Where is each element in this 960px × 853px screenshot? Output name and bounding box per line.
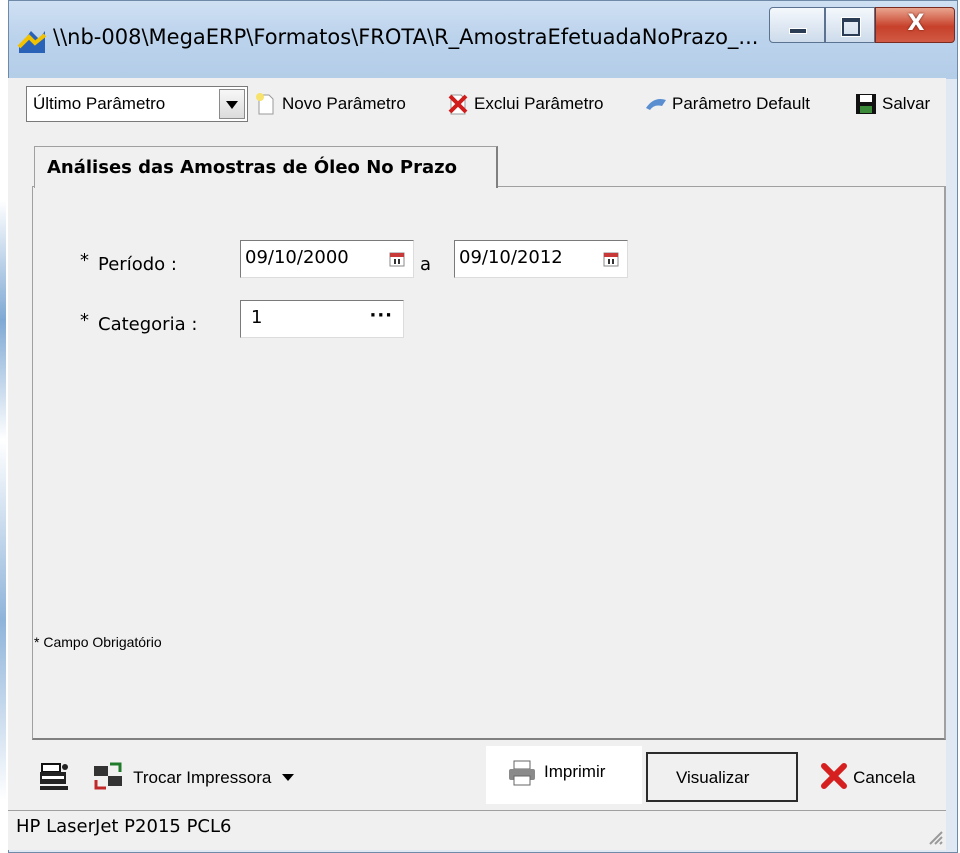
delete-parameter-label: Exclui Parâmetro <box>474 94 604 113</box>
required-note-marker: * <box>34 634 40 650</box>
save-button[interactable]: Salvar <box>854 92 930 118</box>
close-icon: X <box>907 11 925 36</box>
visualizar-button[interactable]: Visualizar <box>646 752 798 802</box>
periodo-required-marker: * <box>80 250 89 271</box>
default-parameter-label: Parâmetro Default <box>672 94 810 113</box>
new-document-icon <box>256 93 274 115</box>
new-parameter-button[interactable]: Novo Parâmetro <box>254 92 406 118</box>
red-x-icon <box>821 763 847 789</box>
default-arrow-icon <box>646 99 666 110</box>
categoria-required-marker: * <box>80 310 89 331</box>
cancel-button[interactable]: Cancela <box>820 762 915 792</box>
maximize-icon <box>842 18 860 36</box>
periodo-end-value: 09/10/2012 <box>459 247 563 268</box>
window-title: \\nb-008\MegaERP\Formatos\FROTA\R_Amostr… <box>53 25 759 49</box>
visualizar-label: Visualizar <box>676 768 750 787</box>
periodo-end-date-field[interactable]: 09/10/2012 <box>454 240 628 278</box>
app-icon <box>17 31 47 53</box>
tab-analises[interactable]: Análises das Amostras de Óleo No Prazo <box>34 146 498 188</box>
periodo-start-value: 09/10/2000 <box>245 247 349 268</box>
required-note-text: Campo Obrigatório <box>43 634 162 650</box>
resize-grip-icon[interactable] <box>924 826 944 846</box>
chevron-down-icon[interactable] <box>219 89 245 119</box>
parameter-select[interactable]: Último Parâmetro <box>26 86 248 122</box>
status-printer-name: HP LaserJet P2015 PCL6 <box>16 816 232 837</box>
categoria-value: 1 <box>251 307 263 328</box>
save-label: Salvar <box>882 94 931 113</box>
periodo-separator: a <box>420 254 432 275</box>
categoria-field[interactable]: 1 ··· <box>240 300 404 338</box>
title-bar[interactable]: \\nb-008\MegaERP\Formatos\FROTA\R_Amostr… <box>9 1 957 79</box>
periodo-label: Período : <box>98 254 177 275</box>
parameter-select-value: Último Parâmetro <box>33 94 166 113</box>
maximize-button[interactable] <box>825 7 875 43</box>
ellipsis-lookup-icon[interactable]: ··· <box>369 305 393 326</box>
printer-setup-icon[interactable] <box>38 762 70 792</box>
close-button[interactable]: X <box>875 7 955 43</box>
periodo-start-date-field[interactable]: 09/10/2000 <box>240 240 414 278</box>
print-button[interactable]: Imprimir <box>486 746 642 804</box>
default-parameter-button[interactable]: Parâmetro Default <box>644 92 810 118</box>
chevron-down-icon <box>282 773 295 781</box>
swap-printer-button[interactable]: Trocar Impressora <box>92 760 295 794</box>
floppy-icon <box>856 94 876 114</box>
categoria-label: Categoria : <box>98 314 198 335</box>
print-label: Imprimir <box>544 762 606 781</box>
new-parameter-label: Novo Parâmetro <box>282 94 406 113</box>
desktop-edge <box>0 200 6 800</box>
swap-printer-icon <box>94 762 122 790</box>
minimize-icon <box>789 28 807 34</box>
printer-icon <box>509 760 535 786</box>
cancel-label: Cancela <box>853 767 916 787</box>
delete-parameter-button[interactable]: Exclui Parâmetro <box>446 92 603 118</box>
delete-icon <box>448 94 468 115</box>
required-field-note: * Campo Obrigatório <box>34 634 162 650</box>
calendar-icon[interactable] <box>389 251 405 267</box>
calendar-icon[interactable] <box>603 251 619 267</box>
tab-analises-label: Análises das Amostras de Óleo No Prazo <box>47 157 457 178</box>
minimize-button[interactable] <box>769 7 825 43</box>
swap-printer-label: Trocar Impressora <box>133 767 272 787</box>
